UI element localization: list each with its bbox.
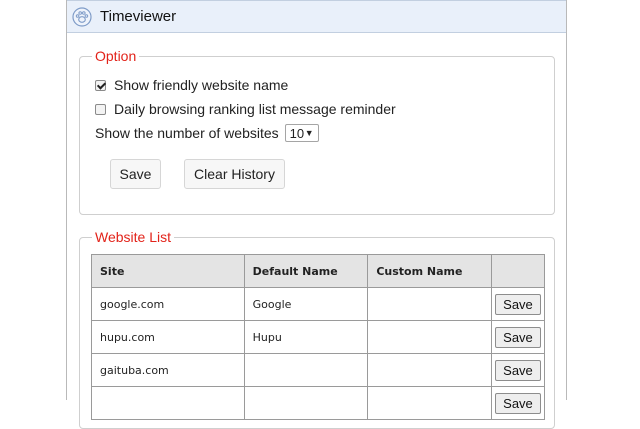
window-title: Timeviewer [100, 8, 177, 25]
paw-icon [72, 6, 92, 27]
site-cell: google.com [91, 287, 245, 321]
show-friendly-name-checkbox[interactable] [95, 79, 106, 91]
chevron-down-icon: ▼ [304, 128, 314, 138]
website-list-legend: Website List [95, 229, 171, 245]
row-save-button[interactable]: Save [494, 359, 541, 381]
num-websites-option: Show the number of websites 10 ▼ [95, 124, 319, 142]
header-site: Site [91, 254, 245, 288]
action-cell: Save [490, 353, 546, 387]
custom-name-cell[interactable] [367, 320, 492, 354]
site-cell: hupu.com [91, 320, 245, 354]
table-row: hupu.com Hupu Save [91, 320, 546, 354]
save-button[interactable]: Save [110, 159, 161, 189]
clear-history-button[interactable]: Clear History [184, 159, 285, 189]
custom-name-cell[interactable] [367, 287, 492, 321]
row-save-button[interactable]: Save [494, 392, 541, 414]
action-cell: Save [490, 320, 546, 354]
default-name-cell [243, 386, 369, 420]
site-cell [91, 386, 245, 420]
action-cell: Save [490, 287, 546, 321]
website-table: Site Default Name Custom Name google.com… [91, 254, 546, 420]
daily-reminder-label: Daily browsing ranking list message remi… [114, 101, 396, 117]
table-row: gaituba.com Save [91, 353, 546, 387]
header-action [490, 254, 546, 288]
default-name-cell [243, 353, 369, 387]
option-legend: Option [95, 48, 137, 64]
default-name-cell: Hupu [243, 320, 369, 354]
show-friendly-name-label: Show friendly website name [114, 77, 289, 93]
row-save-button[interactable]: Save [494, 293, 541, 315]
custom-name-cell[interactable] [367, 353, 492, 387]
custom-name-cell[interactable] [367, 386, 492, 420]
show-friendly-name-option[interactable]: Show friendly website name [95, 77, 288, 93]
num-websites-value: 10 [289, 125, 305, 141]
default-name-cell: Google [243, 287, 369, 321]
title-bar: Timeviewer [67, 0, 566, 33]
num-websites-select[interactable]: 10 ▼ [284, 124, 319, 142]
row-save-button[interactable]: Save [494, 326, 541, 348]
daily-reminder-checkbox[interactable] [95, 103, 106, 115]
table-row: google.com Google Save [91, 287, 546, 321]
header-custom-name: Custom Name [367, 254, 492, 288]
header-default-name: Default Name [243, 254, 369, 288]
table-header-row: Site Default Name Custom Name [91, 254, 546, 288]
site-cell: gaituba.com [91, 353, 245, 387]
table-row: Save [91, 386, 546, 420]
num-websites-label: Show the number of websites [95, 125, 279, 141]
daily-reminder-option[interactable]: Daily browsing ranking list message remi… [95, 101, 396, 117]
action-cell: Save [490, 386, 546, 420]
